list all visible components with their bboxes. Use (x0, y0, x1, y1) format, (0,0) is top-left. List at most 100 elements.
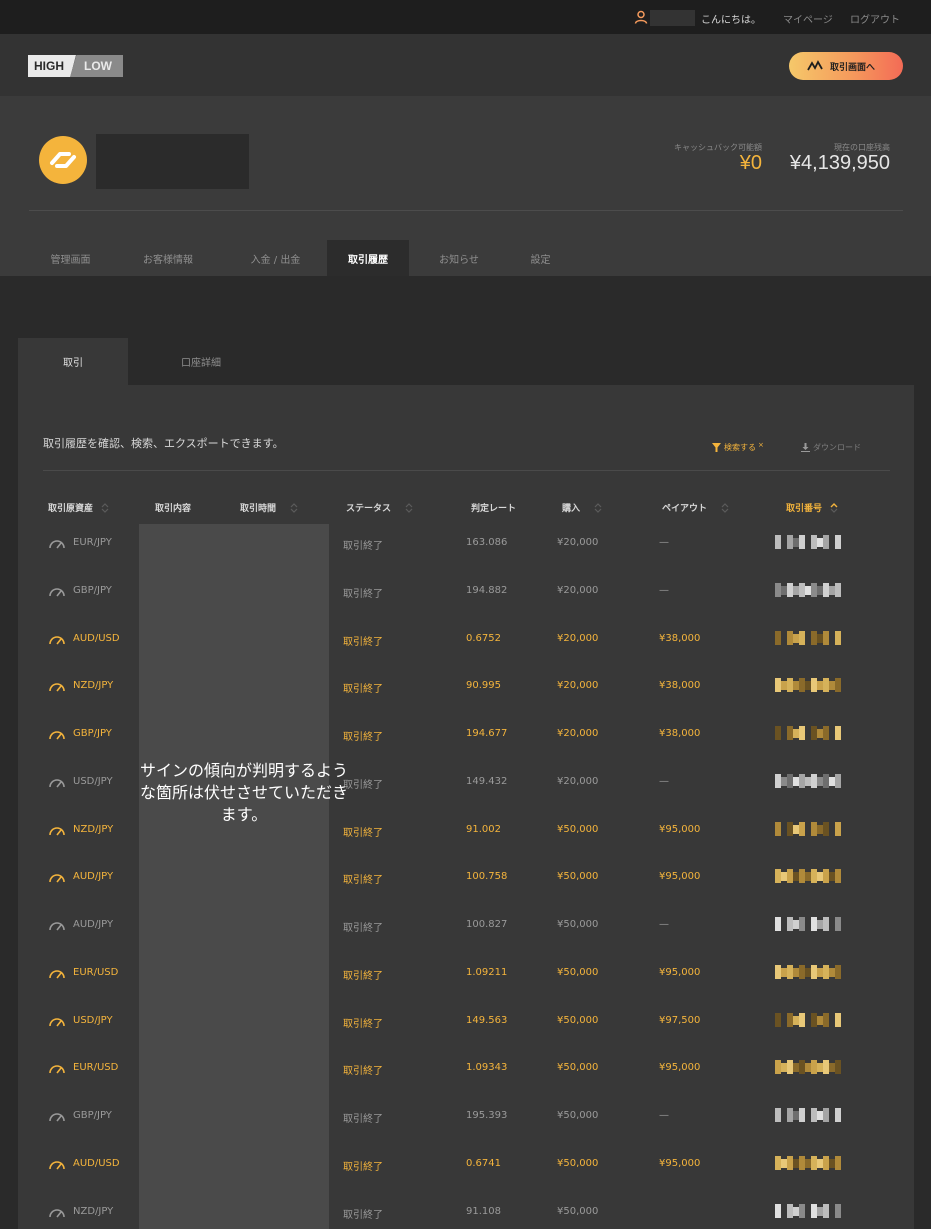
download-label: ダウンロード (813, 443, 861, 452)
cell-payout: ¥95,000 (659, 1157, 701, 1169)
subtab-trades[interactable]: 取引 (18, 338, 128, 385)
col-label: 取引内容 (155, 504, 192, 514)
exchange-icon (50, 152, 76, 168)
close-icon: × (758, 441, 764, 449)
gauge-icon (49, 1017, 65, 1026)
subtab-label: 口座詳細 (181, 358, 221, 369)
cell-purchase: ¥50,000 (557, 1157, 599, 1169)
user-icon (634, 10, 648, 24)
cell-status: 取引終了 (343, 827, 383, 839)
cell-rate: 163.086 (466, 537, 508, 548)
tab-label: 取引履歴 (348, 254, 388, 266)
logout-link[interactable]: ログアウト (850, 11, 900, 26)
gauge-icon (49, 683, 65, 692)
gauge-icon (49, 635, 65, 644)
col-label: ペイアウト (662, 504, 708, 514)
cell-asset: AUD/JPY (73, 919, 114, 930)
logo-high: HIGH (28, 55, 76, 77)
col-label: 取引原資産 (48, 504, 94, 514)
cell-status: 取引終了 (343, 970, 383, 982)
col-header-content: 取引内容 (155, 501, 191, 514)
cell-rate: 149.563 (466, 1014, 508, 1026)
cell-payout: ¥95,000 (659, 1062, 701, 1074)
trade-id-redacted (775, 726, 841, 740)
cell-status: 取引終了 (343, 1018, 383, 1030)
sub-tabs: 取引 口座詳細 (18, 338, 914, 385)
trade-id-redacted (775, 1108, 841, 1122)
tab-customer-info[interactable]: お客様情報 (112, 240, 224, 276)
tab-label: お知らせ (439, 254, 479, 266)
cell-asset: GBP/JPY (73, 584, 112, 596)
account-avatar (39, 136, 87, 184)
trade-id-redacted (775, 1203, 841, 1218)
gauge-icon (49, 1208, 65, 1217)
cell-purchase: ¥20,000 (557, 584, 599, 596)
download-icon (801, 443, 810, 452)
col-header-status[interactable]: ステータス (346, 501, 413, 514)
search-label: 検索する (724, 443, 756, 452)
tab-settings[interactable]: 設定 (509, 240, 572, 276)
gauge-icon (49, 540, 65, 549)
cell-rate: 0.6752 (466, 632, 501, 644)
cell-payout: ¥95,000 (659, 871, 701, 883)
col-header-trade-id[interactable]: 取引番号 (786, 501, 838, 514)
col-label: 購入 (562, 504, 581, 514)
cell-asset: EUR/USD (73, 966, 119, 978)
subtab-account-detail[interactable]: 口座詳細 (145, 338, 257, 385)
cell-rate: 100.758 (466, 871, 508, 883)
highlow-logo[interactable]: HIGH LOW (28, 55, 123, 77)
trade-id-redacted (775, 1060, 841, 1075)
cell-payout: ¥38,000 (659, 632, 701, 644)
cell-purchase: ¥50,000 (557, 1014, 599, 1026)
trade-screen-label: 取引画面へ (830, 62, 876, 73)
col-label: 判定レート (471, 504, 517, 514)
cell-status: 取引終了 (343, 1114, 383, 1125)
cell-payout: ¥95,000 (659, 966, 701, 978)
chart-line-icon (807, 60, 823, 71)
tab-notices[interactable]: お知らせ (409, 240, 509, 276)
sort-icon (721, 502, 729, 513)
tab-dashboard[interactable]: 管理画面 (29, 240, 112, 276)
cell-purchase: ¥50,000 (557, 1110, 599, 1121)
trade-screen-button[interactable]: 取引画面へ (789, 52, 903, 80)
cell-asset: EUR/JPY (73, 537, 112, 548)
cell-rate: 91.002 (466, 823, 501, 835)
tab-label: 設定 (530, 254, 551, 266)
col-header-payout[interactable]: ペイアウト (662, 501, 729, 514)
gauge-icon (49, 778, 65, 788)
cell-rate: 91.108 (466, 1205, 501, 1217)
sort-icon (290, 502, 298, 513)
cashback-value: ¥0 (739, 152, 762, 174)
cell-payout: — (659, 919, 669, 930)
gauge-icon (49, 1065, 65, 1074)
download-button[interactable]: ダウンロード (801, 442, 861, 453)
gauge-icon (49, 969, 65, 979)
trade-id-redacted (775, 964, 841, 979)
panel-divider (43, 470, 890, 471)
cell-status: 取引終了 (343, 875, 383, 887)
trade-id-redacted (775, 773, 841, 788)
cell-payout: — (659, 584, 669, 596)
cell-status: 取引終了 (343, 1161, 383, 1173)
col-header-asset[interactable]: 取引原資産 (48, 501, 109, 514)
search-button[interactable]: 検索する × (712, 441, 764, 453)
trade-id-redacted (775, 678, 841, 693)
sort-up-icon (830, 502, 838, 513)
tab-label: お客様情報 (143, 254, 193, 266)
mypage-link[interactable]: マイページ (783, 11, 833, 26)
trade-id-redacted (775, 869, 841, 884)
cell-asset: GBP/JPY (73, 1110, 112, 1121)
cell-purchase: ¥50,000 (557, 1205, 599, 1217)
col-header-purchase[interactable]: 購入 (562, 501, 602, 514)
tab-trade-history[interactable]: 取引履歴 (327, 240, 409, 276)
cell-asset: AUD/USD (73, 1157, 120, 1169)
col-header-time[interactable]: 取引時間 (240, 501, 298, 514)
account-divider (29, 210, 903, 211)
gauge-icon (49, 874, 65, 883)
cell-purchase: ¥50,000 (557, 823, 599, 835)
trade-id-redacted (775, 1155, 841, 1170)
gauge-icon (49, 826, 65, 835)
col-label: ステータス (346, 504, 392, 514)
tab-deposit-withdrawal[interactable]: 入金 / 出金 (224, 240, 327, 276)
main-nav-tabs: 管理画面 お客様情報 入金 / 出金 取引履歴 お知らせ 設定 (29, 240, 572, 276)
